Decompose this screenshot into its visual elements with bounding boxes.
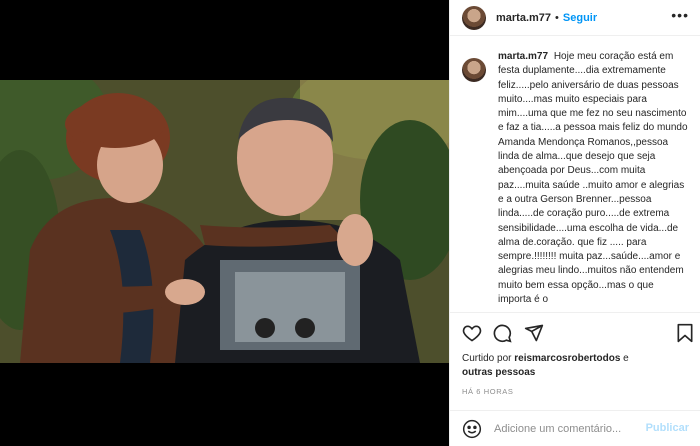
comment-bar: Publicar [450,410,700,446]
follow-button[interactable]: Seguir [563,12,597,24]
post-photo [0,80,449,363]
post-media[interactable] [0,0,449,446]
heart-icon[interactable] [462,323,482,346]
liked-by: Curtido por reismarcosrobertodos e outra… [462,352,692,380]
post-header: marta.m77 • Seguir ••• [450,0,700,36]
publish-button[interactable]: Publicar [646,422,689,434]
comment-input[interactable] [494,422,644,435]
more-options-icon[interactable]: ••• [671,8,689,22]
post-timestamp[interactable]: HÁ 6 HORAS [462,387,513,396]
liked-user-link[interactable]: reismarcosrobertodos [514,353,620,364]
comment-icon[interactable] [492,323,512,346]
liked-others-link[interactable]: outras pessoas [462,367,535,378]
caption-username[interactable]: marta.m77 [498,51,548,62]
post-side-panel: marta.m77 • Seguir ••• marta.m77 Hoje me… [449,0,700,446]
avatar[interactable] [462,5,486,30]
caption-text: marta.m77 Hoje meu coração está em festa… [498,50,688,312]
username-link[interactable]: marta.m77 [496,12,551,24]
action-bar [450,312,700,352]
smiley-icon[interactable] [462,419,482,439]
bookmark-icon[interactable] [676,323,694,346]
photo-illustration [0,80,449,363]
paper-plane-icon[interactable] [524,323,544,346]
separator-dot: • [555,11,559,24]
liked-suffix: e [620,353,629,364]
liked-prefix: Curtido por [462,353,515,364]
caption-avatar[interactable] [462,58,486,82]
caption-body: Hoje meu coração está em festa duplament… [498,51,688,306]
post-caption: marta.m77 Hoje meu coração está em festa… [450,50,700,312]
